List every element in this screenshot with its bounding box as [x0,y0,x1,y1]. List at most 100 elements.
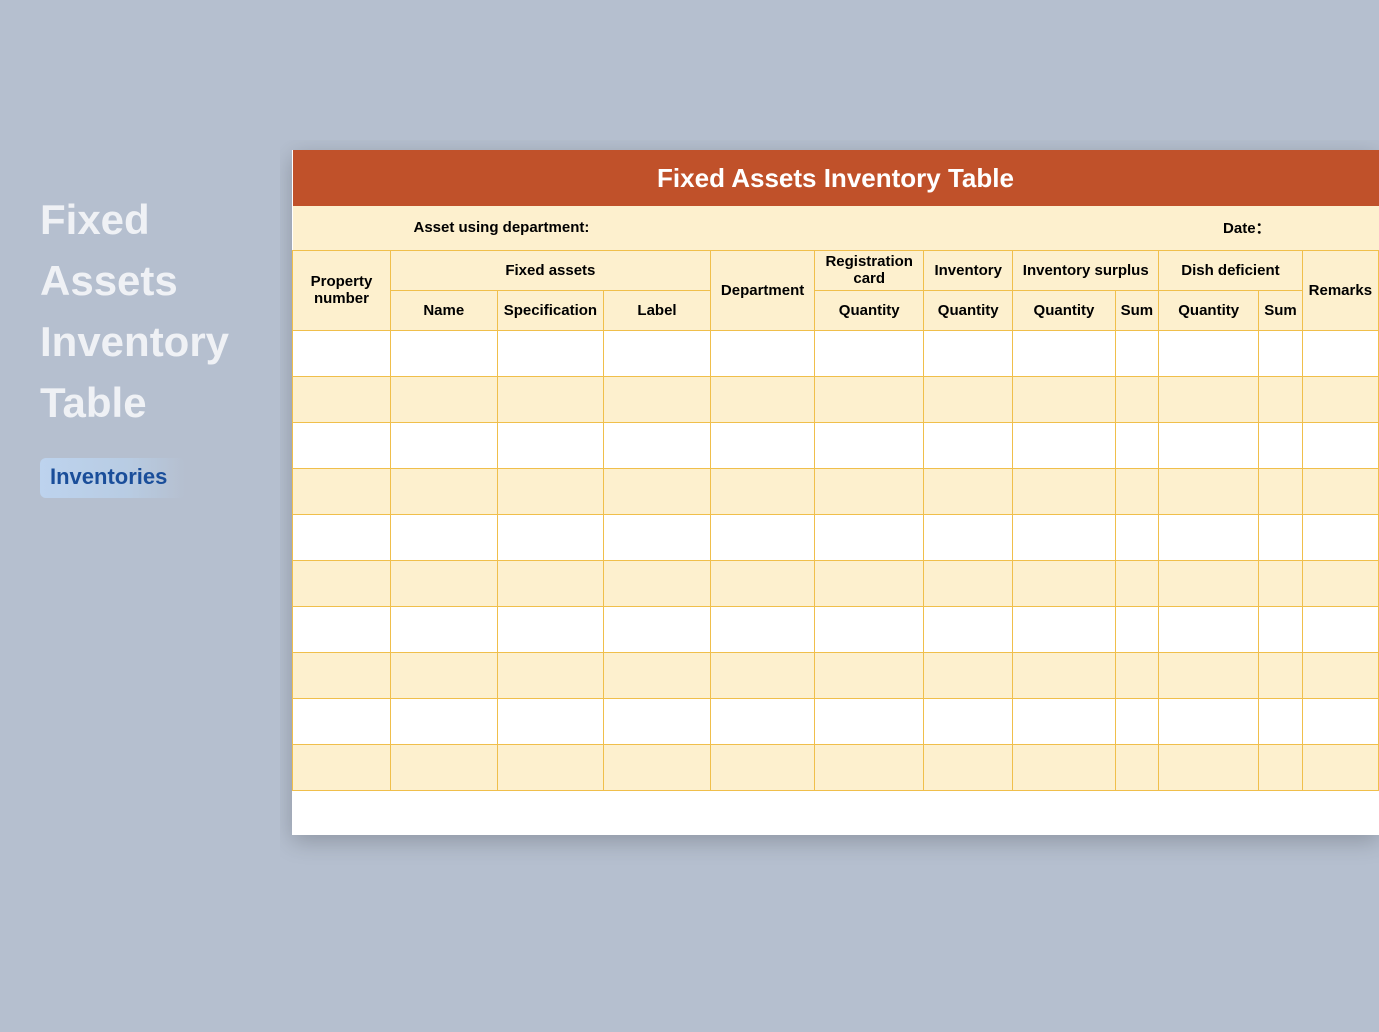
table-cell[interactable] [815,422,924,468]
table-cell[interactable] [390,376,497,422]
table-cell[interactable] [1259,606,1303,652]
table-cell[interactable] [1115,468,1159,514]
table-cell[interactable] [710,514,814,560]
table-cell[interactable] [710,606,814,652]
table-cell[interactable] [924,330,1013,376]
table-cell[interactable] [497,422,604,468]
table-cell[interactable] [497,744,604,790]
table-cell[interactable] [1259,698,1303,744]
table-cell[interactable] [1115,606,1159,652]
table-cell[interactable] [1302,560,1378,606]
table-cell[interactable] [1159,606,1259,652]
table-cell[interactable] [815,514,924,560]
table-cell[interactable] [1013,652,1115,698]
table-cell[interactable] [924,560,1013,606]
table-cell[interactable] [924,744,1013,790]
table-cell[interactable] [390,606,497,652]
table-cell[interactable] [924,422,1013,468]
table-cell[interactable] [604,606,711,652]
table-cell[interactable] [710,652,814,698]
table-cell[interactable] [1013,330,1115,376]
table-cell[interactable] [390,514,497,560]
table-cell[interactable] [924,698,1013,744]
table-cell[interactable] [1115,652,1159,698]
table-cell[interactable] [497,698,604,744]
table-cell[interactable] [390,560,497,606]
table-cell[interactable] [604,468,711,514]
table-cell[interactable] [1159,422,1259,468]
table-cell[interactable] [1259,652,1303,698]
table-cell[interactable] [497,468,604,514]
table-cell[interactable] [293,652,391,698]
table-cell[interactable] [710,468,814,514]
table-cell[interactable] [815,606,924,652]
table-cell[interactable] [710,744,814,790]
table-cell[interactable] [497,376,604,422]
table-cell[interactable] [1302,698,1378,744]
table-cell[interactable] [1159,376,1259,422]
table-cell[interactable] [924,606,1013,652]
table-cell[interactable] [1013,606,1115,652]
table-cell[interactable] [1159,330,1259,376]
table-cell[interactable] [1013,422,1115,468]
table-cell[interactable] [1159,468,1259,514]
tag-inventories[interactable]: Inventories [40,458,185,498]
table-cell[interactable] [1302,652,1378,698]
table-cell[interactable] [293,468,391,514]
table-cell[interactable] [604,330,711,376]
table-cell[interactable] [390,422,497,468]
table-cell[interactable] [815,560,924,606]
table-cell[interactable] [710,560,814,606]
table-cell[interactable] [710,698,814,744]
table-cell[interactable] [1159,744,1259,790]
table-cell[interactable] [293,514,391,560]
table-cell[interactable] [1013,744,1115,790]
table-cell[interactable] [815,330,924,376]
table-cell[interactable] [1159,652,1259,698]
table-cell[interactable] [1302,468,1378,514]
table-cell[interactable] [1115,744,1159,790]
table-cell[interactable] [1115,514,1159,560]
table-cell[interactable] [815,468,924,514]
table-cell[interactable] [604,376,711,422]
table-cell[interactable] [710,422,814,468]
table-cell[interactable] [924,652,1013,698]
table-cell[interactable] [497,652,604,698]
table-cell[interactable] [293,376,391,422]
table-cell[interactable] [1013,560,1115,606]
table-cell[interactable] [1302,330,1378,376]
table-cell[interactable] [497,606,604,652]
table-cell[interactable] [293,330,391,376]
table-cell[interactable] [390,698,497,744]
table-cell[interactable] [1115,560,1159,606]
table-cell[interactable] [390,468,497,514]
table-cell[interactable] [1259,468,1303,514]
table-cell[interactable] [1013,376,1115,422]
table-cell[interactable] [604,514,711,560]
table-cell[interactable] [1259,514,1303,560]
table-cell[interactable] [1302,376,1378,422]
table-cell[interactable] [710,330,814,376]
table-cell[interactable] [1115,698,1159,744]
table-cell[interactable] [293,744,391,790]
table-cell[interactable] [604,744,711,790]
table-cell[interactable] [1159,560,1259,606]
table-cell[interactable] [710,376,814,422]
table-cell[interactable] [1302,422,1378,468]
table-cell[interactable] [390,744,497,790]
table-cell[interactable] [604,422,711,468]
table-cell[interactable] [497,514,604,560]
table-cell[interactable] [293,560,391,606]
table-cell[interactable] [815,698,924,744]
table-cell[interactable] [1159,698,1259,744]
table-cell[interactable] [815,376,924,422]
table-cell[interactable] [1259,744,1303,790]
table-cell[interactable] [1115,376,1159,422]
table-cell[interactable] [815,744,924,790]
table-cell[interactable] [293,422,391,468]
table-cell[interactable] [924,376,1013,422]
table-cell[interactable] [1302,514,1378,560]
table-cell[interactable] [1115,422,1159,468]
table-cell[interactable] [497,560,604,606]
table-cell[interactable] [1115,330,1159,376]
